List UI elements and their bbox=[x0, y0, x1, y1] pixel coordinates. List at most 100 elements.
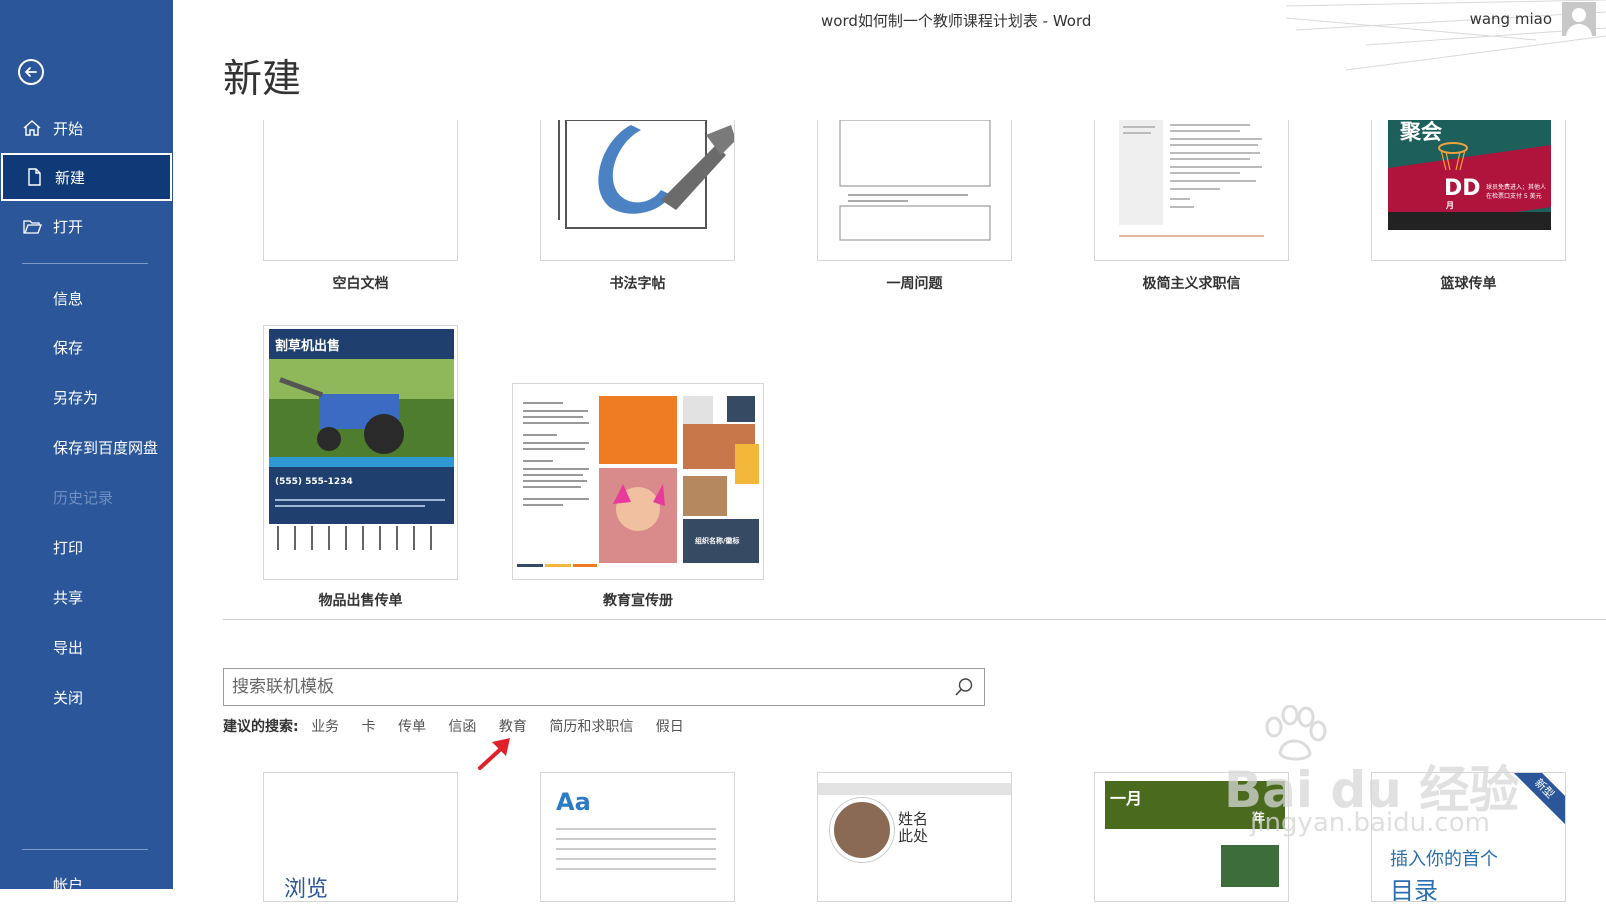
template-thumbnail bbox=[817, 120, 1012, 261]
new-document-icon bbox=[28, 168, 41, 186]
flyer-text-line bbox=[275, 499, 445, 501]
template-tour[interactable]: 浏览 bbox=[263, 772, 458, 902]
template-calligraphy[interactable]: 书法字帖 bbox=[540, 120, 735, 292]
suggest-business[interactable]: 业务 bbox=[311, 719, 339, 735]
template-education-brochure[interactable]: 组织名称/徽标 教育宣传册 bbox=[512, 383, 764, 610]
template-blank-document[interactable]: 空白文档 bbox=[263, 120, 458, 292]
nav-new-label: 新建 bbox=[55, 168, 86, 187]
nav-print-label: 打印 bbox=[53, 538, 84, 557]
nav-save-as[interactable]: 另存为 bbox=[0, 373, 173, 421]
nav-account[interactable]: 帐户 bbox=[0, 860, 173, 908]
template-thumbnail bbox=[1094, 120, 1289, 261]
avatar[interactable] bbox=[1562, 2, 1596, 36]
nav-home-label: 开始 bbox=[53, 119, 84, 138]
template-weekly-questions[interactable]: 一周问题 bbox=[817, 120, 1012, 292]
basketball-hoop-icon bbox=[1438, 142, 1468, 171]
brochure-org-name: 组织名称/徽标 bbox=[695, 537, 740, 545]
nav-new[interactable]: 新建 bbox=[1, 153, 172, 201]
brush-icon bbox=[558, 120, 734, 229]
nav-share-label: 共享 bbox=[53, 588, 84, 607]
nav-info[interactable]: 信息 bbox=[0, 274, 173, 322]
template-item-sale-flyer[interactable]: 割草机出售 (555) 555-1234 物品出售传单 bbox=[263, 325, 458, 610]
home-icon bbox=[23, 120, 41, 136]
flyer-note-1: 球员免费进入；其他人 bbox=[1486, 184, 1547, 191]
template-label: 篮球传单 bbox=[1440, 276, 1497, 292]
nav-export[interactable]: 导出 bbox=[0, 623, 173, 671]
nav-close[interactable]: 关闭 bbox=[0, 673, 173, 721]
template-label: 极简主义求职信 bbox=[1142, 276, 1241, 292]
template-thumbnail: 聚会 DD 月 球员免费进入；其他人 在检票口支付 5 美元 bbox=[1371, 120, 1566, 261]
annotation-arrow-icon bbox=[478, 738, 510, 770]
suggested-searches-label: 建议的搜索: bbox=[223, 719, 299, 735]
title-decoration bbox=[1286, 0, 1606, 71]
nav-info-label: 信息 bbox=[53, 289, 84, 308]
suggest-education[interactable]: 教育 bbox=[499, 719, 527, 735]
nav-history: 历史记录 bbox=[0, 473, 173, 521]
resume-band bbox=[818, 783, 1011, 795]
template-resume[interactable]: 姓名 此处 bbox=[817, 772, 1012, 902]
title-bar: word如何制一个教师课程计划表 - Word wang miao bbox=[173, 0, 1606, 71]
aa-heading: Aa bbox=[556, 788, 591, 816]
template-minimal-cover-letter[interactable]: 极简主义求职信 bbox=[1094, 120, 1289, 292]
suggest-resume[interactable]: 简历和求职信 bbox=[549, 719, 633, 735]
nav-save-as-label: 另存为 bbox=[53, 388, 99, 407]
template-single-spaced[interactable]: Aa bbox=[540, 772, 735, 902]
tour-text: 浏览 bbox=[284, 877, 329, 902]
template-thumbnail bbox=[263, 120, 458, 261]
suggest-flyer[interactable]: 传单 bbox=[398, 719, 426, 735]
calendar-month: 一月 bbox=[1110, 789, 1143, 808]
nav-save-baidu[interactable]: 保存到百度网盘 bbox=[0, 423, 173, 471]
template-basketball-flyer[interactable]: 聚会 DD 月 球员免费进入；其他人 在检票口支付 5 美元 篮球传单 bbox=[1371, 120, 1566, 292]
nav-save-baidu-label: 保存到百度网盘 bbox=[53, 438, 159, 457]
template-thumbnail: 浏览 bbox=[263, 772, 458, 902]
nav-share[interactable]: 共享 bbox=[0, 573, 173, 621]
flyer-month: 月 bbox=[1446, 201, 1454, 210]
flyer-background: 割草机出售 (555) 555-1234 bbox=[269, 329, 454, 553]
sidebar-divider bbox=[22, 263, 148, 264]
resume-name-line2: 此处 bbox=[898, 827, 929, 845]
lawnmower-icon bbox=[269, 359, 454, 464]
nav-save-label: 保存 bbox=[53, 338, 84, 357]
nav-print[interactable]: 打印 bbox=[0, 523, 173, 571]
template-label: 物品出售传单 bbox=[318, 593, 403, 609]
template-preview bbox=[839, 120, 991, 241]
toc-heading: 目录 bbox=[1390, 877, 1438, 902]
template-label: 教育宣传册 bbox=[603, 593, 673, 609]
suggest-card[interactable]: 卡 bbox=[362, 719, 376, 735]
nav-open[interactable]: 打开 bbox=[0, 202, 173, 250]
suggest-letter[interactable]: 信函 bbox=[448, 719, 476, 735]
user-avatar-icon bbox=[1566, 8, 1592, 36]
nav-open-label: 打开 bbox=[53, 217, 84, 236]
nav-home[interactable]: 开始 bbox=[0, 104, 173, 152]
user-name[interactable]: wang miao bbox=[1470, 10, 1552, 28]
nav-close-label: 关闭 bbox=[53, 688, 84, 707]
template-preview bbox=[1119, 120, 1264, 237]
search-icon[interactable] bbox=[954, 677, 974, 697]
sidebar-divider-bottom bbox=[22, 849, 148, 850]
suggest-holiday[interactable]: 假日 bbox=[656, 719, 684, 735]
template-label: 一周问题 bbox=[886, 276, 943, 292]
suggested-searches: 建议的搜索: 业务 卡 传单 信函 教育 简历和求职信 假日 bbox=[223, 716, 702, 736]
flyer-text-line bbox=[275, 505, 425, 507]
backstage-sidebar: 开始 新建 打开 信息 保存 另存为 保存到百度网盘 历史记录 打印 共享 导出… bbox=[0, 0, 173, 894]
baidu-watermark: Bai du 经验 jingyan.baidu.com bbox=[1220, 705, 1550, 855]
section-divider bbox=[223, 619, 1606, 620]
lawnmower-photo bbox=[269, 359, 454, 464]
tear-strips-icon bbox=[277, 526, 432, 550]
arrow-left-icon bbox=[24, 67, 37, 77]
search-input[interactable] bbox=[232, 675, 932, 699]
flyer-tear-strips bbox=[269, 524, 454, 553]
flyer-note-2: 在检票口支付 5 美元 bbox=[1486, 193, 1542, 200]
flyer-footer bbox=[1388, 212, 1551, 230]
flyer-stripe bbox=[269, 457, 454, 467]
flyer-heading: 割草机出售 bbox=[275, 339, 341, 354]
back-button[interactable] bbox=[18, 59, 44, 85]
template-label: 书法字帖 bbox=[609, 276, 666, 292]
nav-history-label: 历史记录 bbox=[53, 488, 114, 507]
template-thumbnail: 姓名 此处 bbox=[817, 772, 1012, 902]
nav-save[interactable]: 保存 bbox=[0, 323, 173, 371]
page-title: 新建 bbox=[223, 57, 302, 102]
template-thumbnail: 组织名称/徽标 bbox=[512, 383, 764, 580]
brochure-preview bbox=[517, 396, 759, 567]
search-box[interactable] bbox=[223, 668, 985, 706]
